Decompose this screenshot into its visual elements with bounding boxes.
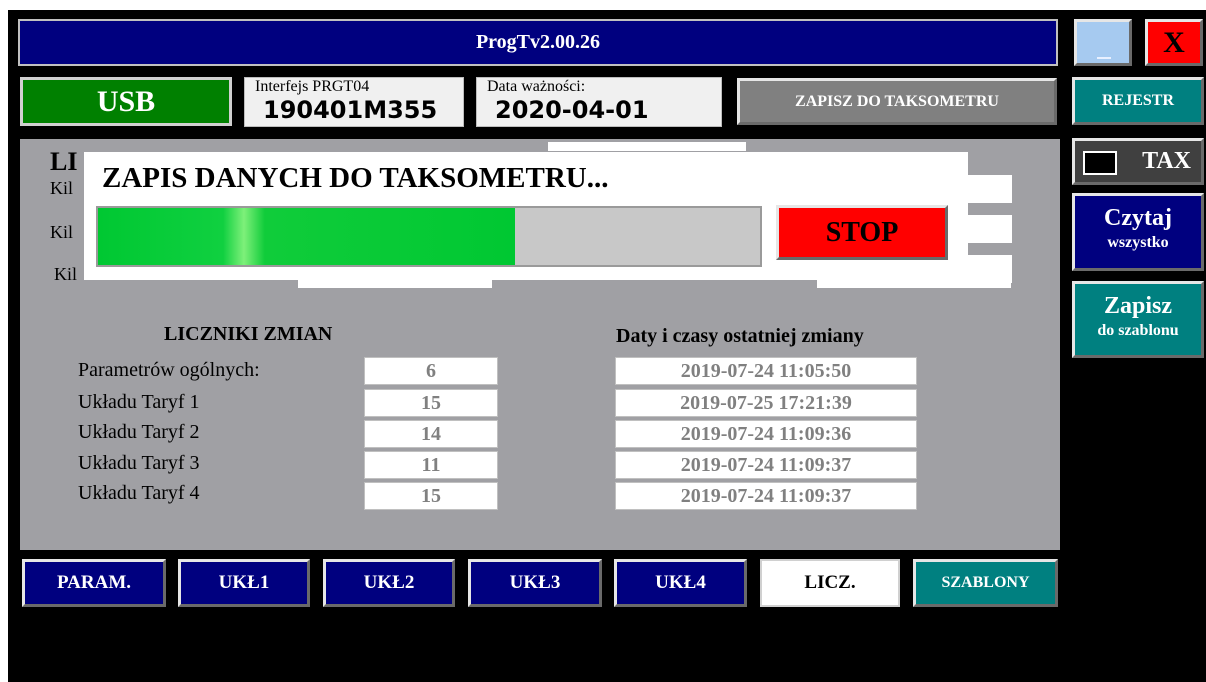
- tab-ukl1[interactable]: UKŁ1: [178, 559, 310, 607]
- interface-value: 190401M355: [263, 96, 438, 124]
- tab-label: UKŁ2: [363, 572, 415, 593]
- background-field: [968, 175, 1012, 203]
- change-date-value: 2019-07-24 11:09:37: [615, 451, 917, 479]
- change-date-value: 2019-07-24 11:09:37: [615, 482, 917, 510]
- background-row-label: Kil: [50, 178, 74, 198]
- write-to-taximeter-label: ZAPISZ DO TAKSOMETRU: [795, 92, 999, 110]
- stop-button[interactable]: STOP: [776, 205, 948, 260]
- counter-row-label: Układu Taryf 3: [78, 452, 200, 474]
- interface-info: Interfejs PRGT04 190401M355: [244, 77, 464, 127]
- background-field: [548, 142, 746, 151]
- tab-label: SZABLONY: [941, 574, 1030, 591]
- minimize-icon: [1097, 57, 1111, 59]
- tab-ukl2[interactable]: UKŁ2: [323, 559, 455, 607]
- counters-title: LICZNIKI ZMIAN: [164, 323, 333, 345]
- validity-label: Data ważności:: [487, 78, 586, 95]
- write-progress-dialog: ZAPIS DANYCH DO TAKSOMETRU... STOP: [84, 152, 968, 280]
- background-field: [968, 215, 1012, 243]
- tab-param[interactable]: PARAM.: [22, 559, 166, 607]
- background-heading: LI: [50, 147, 78, 176]
- save-template-label-main: Zapisz: [1103, 293, 1172, 319]
- tab-label: UKŁ1: [218, 572, 270, 593]
- counter-row-label: Układu Taryf 4: [78, 482, 200, 504]
- save-template-label-sub: do szablonu: [1097, 322, 1179, 339]
- counter-value: 15: [364, 482, 498, 510]
- tax-label: TAX: [1142, 148, 1191, 174]
- write-progress-bar: [96, 206, 762, 267]
- tax-toggle[interactable]: TAX: [1072, 138, 1204, 185]
- change-date-value: 2019-07-24 11:09:36: [615, 420, 917, 448]
- tab-licz[interactable]: LICZ.: [760, 559, 900, 607]
- counter-row-label: Układu Taryf 2: [78, 421, 200, 443]
- tab-ukl4[interactable]: UKŁ4: [614, 559, 747, 607]
- minimize-button[interactable]: [1074, 19, 1132, 66]
- counter-row-label: Układu Taryf 1: [78, 391, 200, 413]
- save-template-button[interactable]: Zapisz do szablonu: [1072, 281, 1204, 358]
- close-button[interactable]: X: [1145, 19, 1203, 66]
- window-title: ProgTv2.00.26: [475, 31, 601, 53]
- counter-value: 14: [364, 420, 498, 448]
- read-all-button[interactable]: Czytaj wszystko: [1072, 193, 1204, 271]
- usb-label: USB: [96, 84, 156, 118]
- background-field: [968, 255, 1012, 283]
- dates-title: Daty i czasy ostatniej zmiany: [616, 325, 864, 347]
- tax-checkbox[interactable]: [1083, 151, 1117, 175]
- counter-value: 11: [364, 451, 498, 479]
- tab-ukl3[interactable]: UKŁ3: [468, 559, 602, 607]
- close-icon: X: [1163, 25, 1185, 59]
- tab-label: PARAM.: [56, 572, 132, 593]
- read-all-label-main: Czytaj: [1104, 205, 1172, 231]
- interface-label: Interfejs PRGT04: [255, 78, 370, 95]
- change-date-value: 2019-07-24 11:05:50: [615, 357, 917, 385]
- tab-label: UKŁ3: [509, 572, 561, 593]
- counter-row-label: Parametrów ogólnych:: [78, 359, 260, 381]
- validity-value: 2020-04-01: [495, 96, 649, 124]
- tab-label: LICZ.: [804, 572, 856, 593]
- tab-label: UKŁ4: [655, 572, 706, 593]
- rejestr-button[interactable]: REJESTR: [1072, 77, 1204, 125]
- read-all-label-sub: wszystko: [1107, 234, 1169, 251]
- background-row-label: Kil: [50, 222, 74, 242]
- background-row-label: Kil: [54, 264, 78, 284]
- dialog-title: ZAPIS DANYCH DO TAKSOMETRU...: [102, 162, 609, 194]
- title-bar: ProgTv2.00.26: [18, 19, 1058, 66]
- background-field: [298, 279, 492, 288]
- stop-label: STOP: [825, 216, 899, 248]
- usb-status-indicator: USB: [20, 77, 232, 126]
- counter-value: 6: [364, 357, 498, 385]
- change-date-value: 2019-07-25 17:21:39: [615, 389, 917, 417]
- counter-value: 15: [364, 389, 498, 417]
- write-to-taximeter-button[interactable]: ZAPISZ DO TAKSOMETRU: [737, 78, 1057, 125]
- rejestr-label: REJESTR: [1101, 92, 1175, 109]
- tab-szablony[interactable]: SZABLONY: [913, 559, 1058, 607]
- validity-info: Data ważności: 2020-04-01: [476, 77, 722, 127]
- progress-bar-fill: [98, 208, 516, 265]
